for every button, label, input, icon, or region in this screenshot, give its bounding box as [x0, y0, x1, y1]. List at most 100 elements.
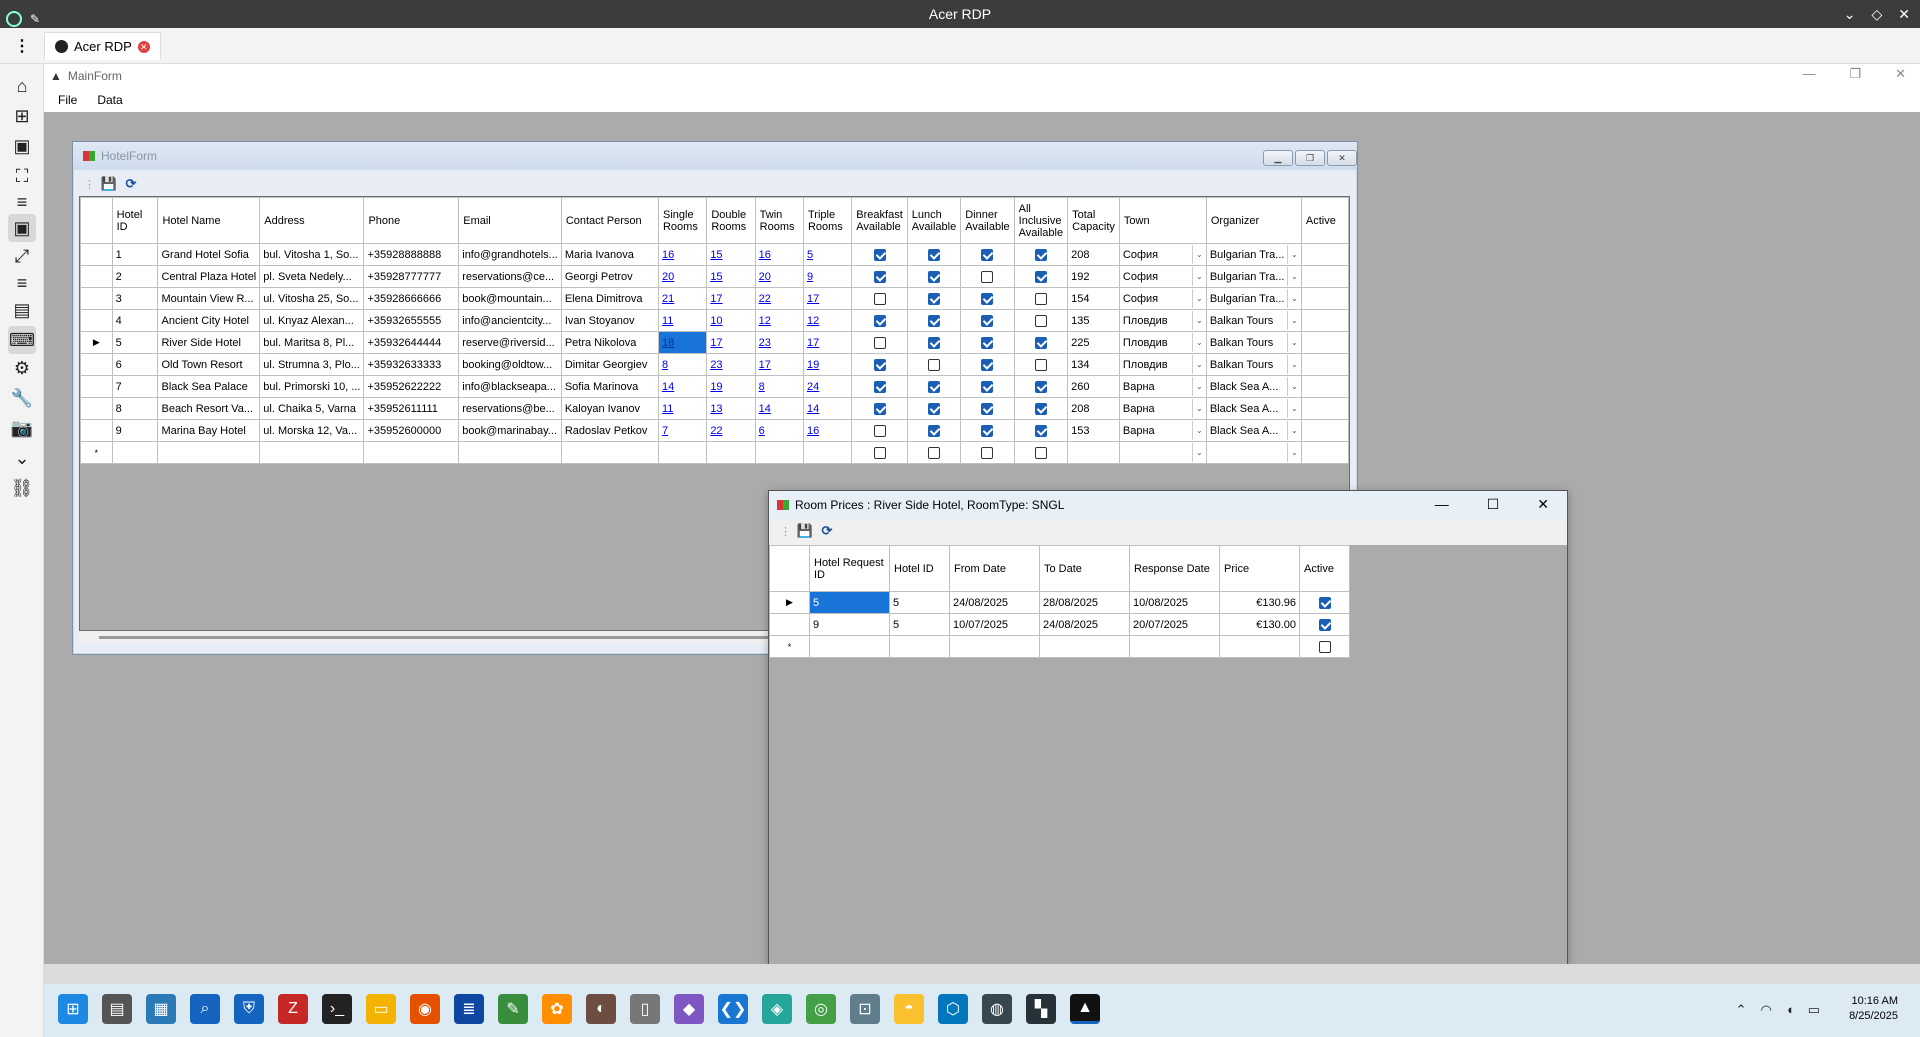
row-header[interactable]	[80, 287, 113, 310]
cell-address[interactable]: ul. Chaika 5, Varna	[259, 397, 365, 420]
cell-id[interactable]: 1	[111, 243, 159, 266]
dropdown-arrow-icon[interactable]: ⌄	[1286, 267, 1300, 286]
duck-icon[interactable]: ◓	[894, 994, 924, 1024]
breakfast-checkbox[interactable]	[873, 248, 886, 261]
menu-data[interactable]: Data	[97, 93, 122, 107]
dropdown-arrow-icon[interactable]: ⌄	[1286, 399, 1300, 418]
cell-organizer-combo[interactable]: Balkan Tours ⌄	[1205, 331, 1302, 354]
column-header[interactable]: Hotel ID	[889, 545, 950, 592]
cell-email[interactable]: book@marinabay...	[458, 419, 562, 442]
cell-town-combo[interactable]: Варна ⌄	[1118, 375, 1207, 398]
dinner-checkbox[interactable]	[981, 380, 994, 393]
terminal-app-icon[interactable]: ▚	[1026, 994, 1056, 1024]
column-header[interactable]: Phone	[363, 197, 460, 244]
window-icon[interactable]: ▤	[8, 296, 36, 324]
empty-cell[interactable]	[1219, 635, 1300, 658]
cell-triple-rooms[interactable]: 12	[802, 309, 853, 332]
all_inclusive-checkbox[interactable]	[1034, 402, 1047, 415]
chevron-down-icon[interactable]: ⌄	[1844, 0, 1856, 28]
row-header[interactable]	[80, 419, 113, 442]
column-header[interactable]: Breakfast Available	[851, 197, 908, 244]
empty-cell[interactable]	[1300, 441, 1349, 464]
column-header[interactable]: Hotel ID	[111, 197, 159, 244]
triple-rooms-link[interactable]: 24	[807, 381, 819, 393]
add-window-icon[interactable]: ⊞	[8, 102, 36, 130]
dinner-checkbox[interactable]	[981, 248, 994, 261]
dinner-checkbox[interactable]	[981, 292, 994, 305]
table-row[interactable]: ▶ 5 River Side Hotel bul. Maritsa 8, Pl... +…	[80, 331, 1349, 354]
empty-checkbox[interactable]	[1034, 446, 1047, 459]
minimize-icon[interactable]: —	[1802, 66, 1815, 82]
single-rooms-link[interactable]: 14	[662, 381, 674, 393]
cell-twin-rooms[interactable]: 6	[754, 419, 804, 442]
empty-cell[interactable]	[1039, 635, 1130, 658]
cell-contact[interactable]: Maria Ivanova	[560, 243, 659, 266]
volume-icon[interactable]: ◖	[1786, 1002, 1794, 1018]
restore-icon[interactable]: ❐	[1295, 150, 1325, 166]
all_inclusive-checkbox[interactable]	[1034, 270, 1047, 283]
cell-organizer-combo[interactable]: Balkan Tours ⌄	[1205, 353, 1302, 376]
cell-to[interactable]: 28/08/2025	[1039, 591, 1130, 614]
column-header[interactable]: Price	[1219, 545, 1300, 592]
cell-email[interactable]: info@blackseapa...	[458, 375, 562, 398]
dropdown-arrow-icon[interactable]: ⌄	[1191, 311, 1206, 330]
cell-name[interactable]: Mountain View R...	[157, 287, 261, 310]
chrome-icon[interactable]: ◎	[806, 994, 836, 1024]
triple-rooms-link[interactable]: 9	[807, 271, 813, 283]
table-row[interactable]: 9 5 10/07/2025 24/08/2025 20/07/2025 €130.00	[769, 613, 1350, 636]
dropdown-arrow-icon[interactable]: ⌄	[1286, 443, 1300, 462]
dinner-checkbox[interactable]	[981, 314, 994, 327]
single-rooms-link[interactable]: 20	[662, 271, 674, 283]
cell-double-rooms[interactable]: 15	[706, 243, 756, 266]
room-prices-grid[interactable]: Hotel Request ID Hotel ID From Date To Date…	[769, 545, 1567, 967]
cell-email[interactable]: booking@oldtow...	[458, 353, 562, 376]
cell-id[interactable]: 5	[111, 331, 159, 354]
cell-to[interactable]: 24/08/2025	[1039, 613, 1130, 636]
dropdown-arrow-icon[interactable]: ⌄	[1191, 443, 1206, 462]
cell-capacity[interactable]: 154	[1067, 287, 1120, 310]
vscode-icon[interactable]: ❮❯	[718, 994, 748, 1024]
cell-double-rooms[interactable]: 23	[706, 353, 756, 376]
settings-icon[interactable]: ⚙	[8, 354, 36, 382]
row-header[interactable]	[80, 375, 113, 398]
running-app-icon[interactable]: ▲	[1070, 994, 1100, 1024]
cell-active[interactable]	[1300, 287, 1349, 310]
dropdown-arrow-icon[interactable]: ⌄	[1191, 355, 1206, 374]
cell-single-rooms[interactable]: 16	[657, 243, 708, 266]
dropdown-arrow-icon[interactable]: ⌄	[1286, 289, 1300, 308]
row-header[interactable]: *	[80, 441, 113, 464]
close-icon[interactable]: ✕	[1327, 150, 1357, 166]
row-header[interactable]	[769, 613, 810, 636]
cell-address[interactable]: bul. Primorski 10, ...	[259, 375, 365, 398]
cell-contact[interactable]: Petra Nikolova	[560, 331, 659, 354]
empty-cell[interactable]	[363, 441, 460, 464]
terminal-icon[interactable]: ›_	[322, 994, 352, 1024]
network-tool-icon[interactable]: ⊡	[850, 994, 880, 1024]
close-icon[interactable]: ✕	[1898, 0, 1910, 28]
git-icon[interactable]: ◈	[762, 994, 792, 1024]
all_inclusive-checkbox[interactable]	[1034, 336, 1047, 349]
fit-screen-icon[interactable]: ▣	[8, 132, 36, 160]
empty-cell[interactable]	[949, 635, 1040, 658]
twin-rooms-link[interactable]: 20	[759, 271, 771, 283]
single-rooms-link[interactable]: 7	[662, 425, 668, 437]
cell-double-rooms[interactable]: 19	[706, 375, 756, 398]
twin-rooms-link[interactable]: 6	[759, 425, 765, 437]
column-header[interactable]: Twin Rooms	[754, 197, 804, 244]
fullscreen-icon[interactable]: ◇	[1871, 0, 1882, 28]
table-row[interactable]: 3 Mountain View R... ul. Vitosha 25, So...…	[80, 287, 1349, 310]
cell-active[interactable]	[1300, 375, 1349, 398]
cell-town-combo[interactable]: София ⌄	[1118, 265, 1207, 288]
cell-single-rooms[interactable]: 14	[657, 375, 708, 398]
dinner-checkbox[interactable]	[981, 358, 994, 371]
table-row[interactable]: 6 Old Town Resort ul. Strumna 3, Plo... +35…	[80, 353, 1349, 376]
cell-single-rooms[interactable]: 20	[657, 265, 708, 288]
cell-town-combo[interactable]: София ⌄	[1118, 287, 1207, 310]
breakfast-checkbox[interactable]	[873, 424, 886, 437]
cell-address[interactable]: ul. Knyaz Alexan...	[259, 309, 365, 332]
double-rooms-link[interactable]: 13	[710, 403, 722, 415]
breakfast-checkbox[interactable]	[873, 380, 886, 393]
lunch-checkbox[interactable]	[927, 314, 940, 327]
breakfast-checkbox[interactable]	[873, 336, 886, 349]
cell-twin-rooms[interactable]: 22	[754, 287, 804, 310]
